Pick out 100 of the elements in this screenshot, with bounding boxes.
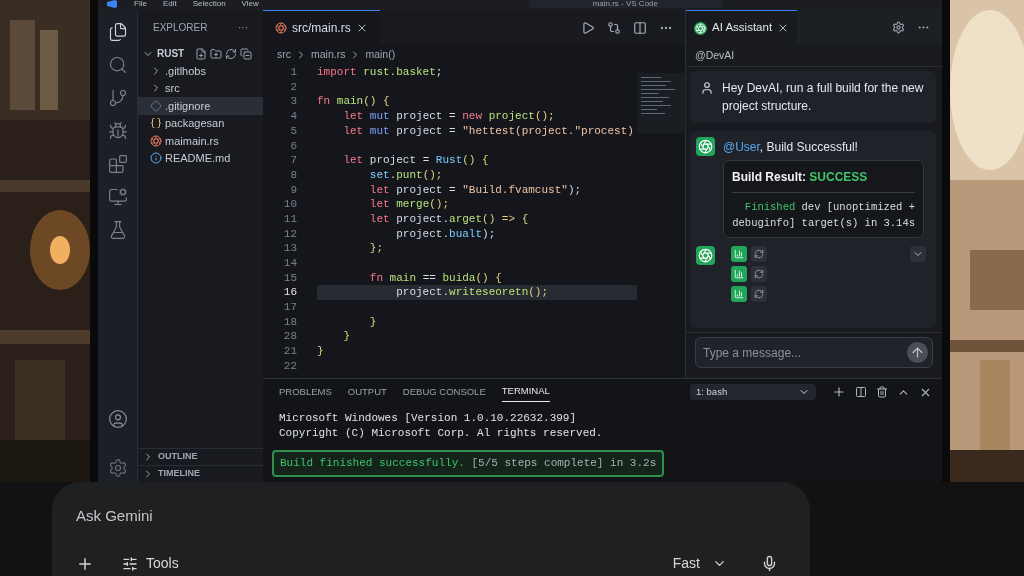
breadcrumb-item[interactable]: src xyxy=(277,47,291,63)
editor-tab[interactable]: src/main.rs xyxy=(263,10,380,45)
microphone-icon[interactable] xyxy=(761,555,778,572)
code-line: }; xyxy=(368,241,383,256)
monitor-icon[interactable] xyxy=(107,187,128,207)
code-line: let project = "Build.fvamcust"); xyxy=(368,182,582,198)
search-icon[interactable] xyxy=(107,55,128,75)
new-terminal-icon[interactable] xyxy=(832,385,846,399)
logo-icon xyxy=(106,0,118,8)
bug-icon[interactable] xyxy=(107,121,128,141)
message-text: Hey DevAI, run a full build for the new project structure. xyxy=(722,80,925,115)
compare-icon[interactable] xyxy=(607,20,621,35)
line-number: 9 xyxy=(289,182,298,198)
line-number: 4 xyxy=(289,109,298,125)
result-title: Build Result: SUCCESS xyxy=(732,168,915,193)
breadcrumb-item[interactable]: main.rs xyxy=(311,47,346,63)
code-line: let mut project = new project(); xyxy=(342,109,555,124)
shell-dropdown[interactable]: 1: bash xyxy=(690,384,816,400)
line-number: 5 xyxy=(289,123,298,139)
split-editor-icon[interactable] xyxy=(633,20,647,35)
line-number: 1 xyxy=(289,65,298,81)
bot-icon xyxy=(694,21,707,35)
chart-icon[interactable] xyxy=(731,266,747,282)
breadcrumb-item[interactable]: main() xyxy=(365,47,396,63)
line-number: 3 xyxy=(289,94,298,110)
branch-icon[interactable] xyxy=(107,88,128,108)
blocks-icon[interactable] xyxy=(107,154,128,174)
settings-icon[interactable] xyxy=(892,21,905,34)
line-number: 6 xyxy=(289,138,298,154)
prompt-field[interactable]: Ask Gemini xyxy=(76,505,376,528)
refresh-icon[interactable] xyxy=(751,246,767,262)
code-line: let merge(); xyxy=(368,197,450,212)
line-number: 28 xyxy=(282,329,298,345)
line-number: 7 xyxy=(289,153,298,169)
success-banner: Build finished successfully. [5/5 steps complete] in 3.2s xyxy=(272,450,665,477)
code-line: project.bualt); xyxy=(395,226,496,242)
chart-icon[interactable] xyxy=(731,246,747,262)
code-line: let mut project = "hettest(project."procest) xyxy=(342,123,634,139)
bot-icon xyxy=(696,137,715,156)
file-tree-item[interactable]: .gitlhobs xyxy=(138,62,263,80)
sidebar-title: EXPLORER xyxy=(153,21,208,35)
split-icon[interactable] xyxy=(855,386,867,398)
files-icon[interactable] xyxy=(107,22,128,42)
more-button[interactable]: ··· xyxy=(238,20,248,35)
line-number: 15 xyxy=(282,270,298,286)
user-icon xyxy=(700,81,714,95)
mode-dropdown[interactable]: Fast xyxy=(672,553,727,574)
line-number: 14 xyxy=(282,256,298,272)
assistant-tab[interactable]: AI Assistant xyxy=(686,10,798,45)
line-number: 11 xyxy=(282,211,298,227)
panel-tab[interactable]: DEBUG CONSOLE xyxy=(402,382,486,402)
gear-file-icon xyxy=(150,134,162,147)
panel-tab[interactable]: OUTPUT xyxy=(347,382,387,402)
code-line: } xyxy=(368,314,377,330)
account-icon[interactable] xyxy=(107,409,128,429)
settings-icon[interactable] xyxy=(107,458,128,478)
menu-item[interactable]: Selection xyxy=(192,0,226,8)
new-file-icon[interactable] xyxy=(195,47,208,60)
line-number: 21 xyxy=(282,344,298,360)
run-icon[interactable] xyxy=(581,20,595,35)
refresh-icon[interactable] xyxy=(751,286,767,302)
collapse-icon[interactable] xyxy=(240,47,253,60)
menu-item[interactable]: View xyxy=(241,0,259,8)
result-output: Finished dev [unoptimized + debuginfo] target(s) in 3.14s xyxy=(732,200,915,231)
code-line: fn main() { xyxy=(317,94,390,110)
folder-label[interactable]: RUST xyxy=(157,46,185,61)
braces-icon xyxy=(150,117,162,130)
new-folder-icon[interactable] xyxy=(210,47,223,60)
line-number: 2 xyxy=(289,79,298,95)
terminal-line: Microsoft Windowes [Version 1.0.10.22632.399] xyxy=(279,411,578,425)
line-number: 17 xyxy=(282,300,298,316)
terminal-line: Copyright (C) Microsoft Corp. Al rights reserved. xyxy=(279,426,604,440)
expand-button[interactable] xyxy=(910,246,926,262)
panel-tab[interactable]: TERMINAL xyxy=(501,382,550,402)
tools-button[interactable]: Tools xyxy=(122,553,179,574)
refresh-icon[interactable] xyxy=(751,266,767,282)
file-tree-item[interactable]: README.md xyxy=(138,149,263,167)
code-line: let project = Rust() { xyxy=(342,153,489,168)
line-number: 8 xyxy=(289,167,298,183)
menu-item[interactable]: Edit xyxy=(162,0,177,8)
trash-icon[interactable] xyxy=(876,386,888,398)
file-tree-item[interactable]: .gitignore xyxy=(138,97,263,115)
line-number: 22 xyxy=(282,358,298,374)
code-line: } xyxy=(317,344,324,359)
menu-item[interactable]: File xyxy=(134,0,147,8)
gear-file-icon xyxy=(275,22,287,34)
sliders-icon xyxy=(122,555,138,572)
panel-tab[interactable]: PROBLEMS xyxy=(279,382,332,402)
code-line: import rust.basket; xyxy=(317,65,443,80)
file-tree-item[interactable]: packagesan xyxy=(138,114,263,132)
file-tree-item[interactable]: maimain.rs xyxy=(138,132,263,150)
message-field[interactable]: Type a message... xyxy=(695,337,933,368)
agent-label: @DevAI xyxy=(695,47,735,63)
reply-text: @User, Build Successful! xyxy=(723,138,858,156)
refresh-icon[interactable] xyxy=(225,47,238,60)
chart-icon[interactable] xyxy=(731,286,747,302)
file-tree-item[interactable]: src xyxy=(138,79,263,97)
line-number: 16 xyxy=(282,285,298,301)
code-line: set.punt(); xyxy=(368,167,443,183)
code-line: let project.arget() => { xyxy=(368,211,529,227)
